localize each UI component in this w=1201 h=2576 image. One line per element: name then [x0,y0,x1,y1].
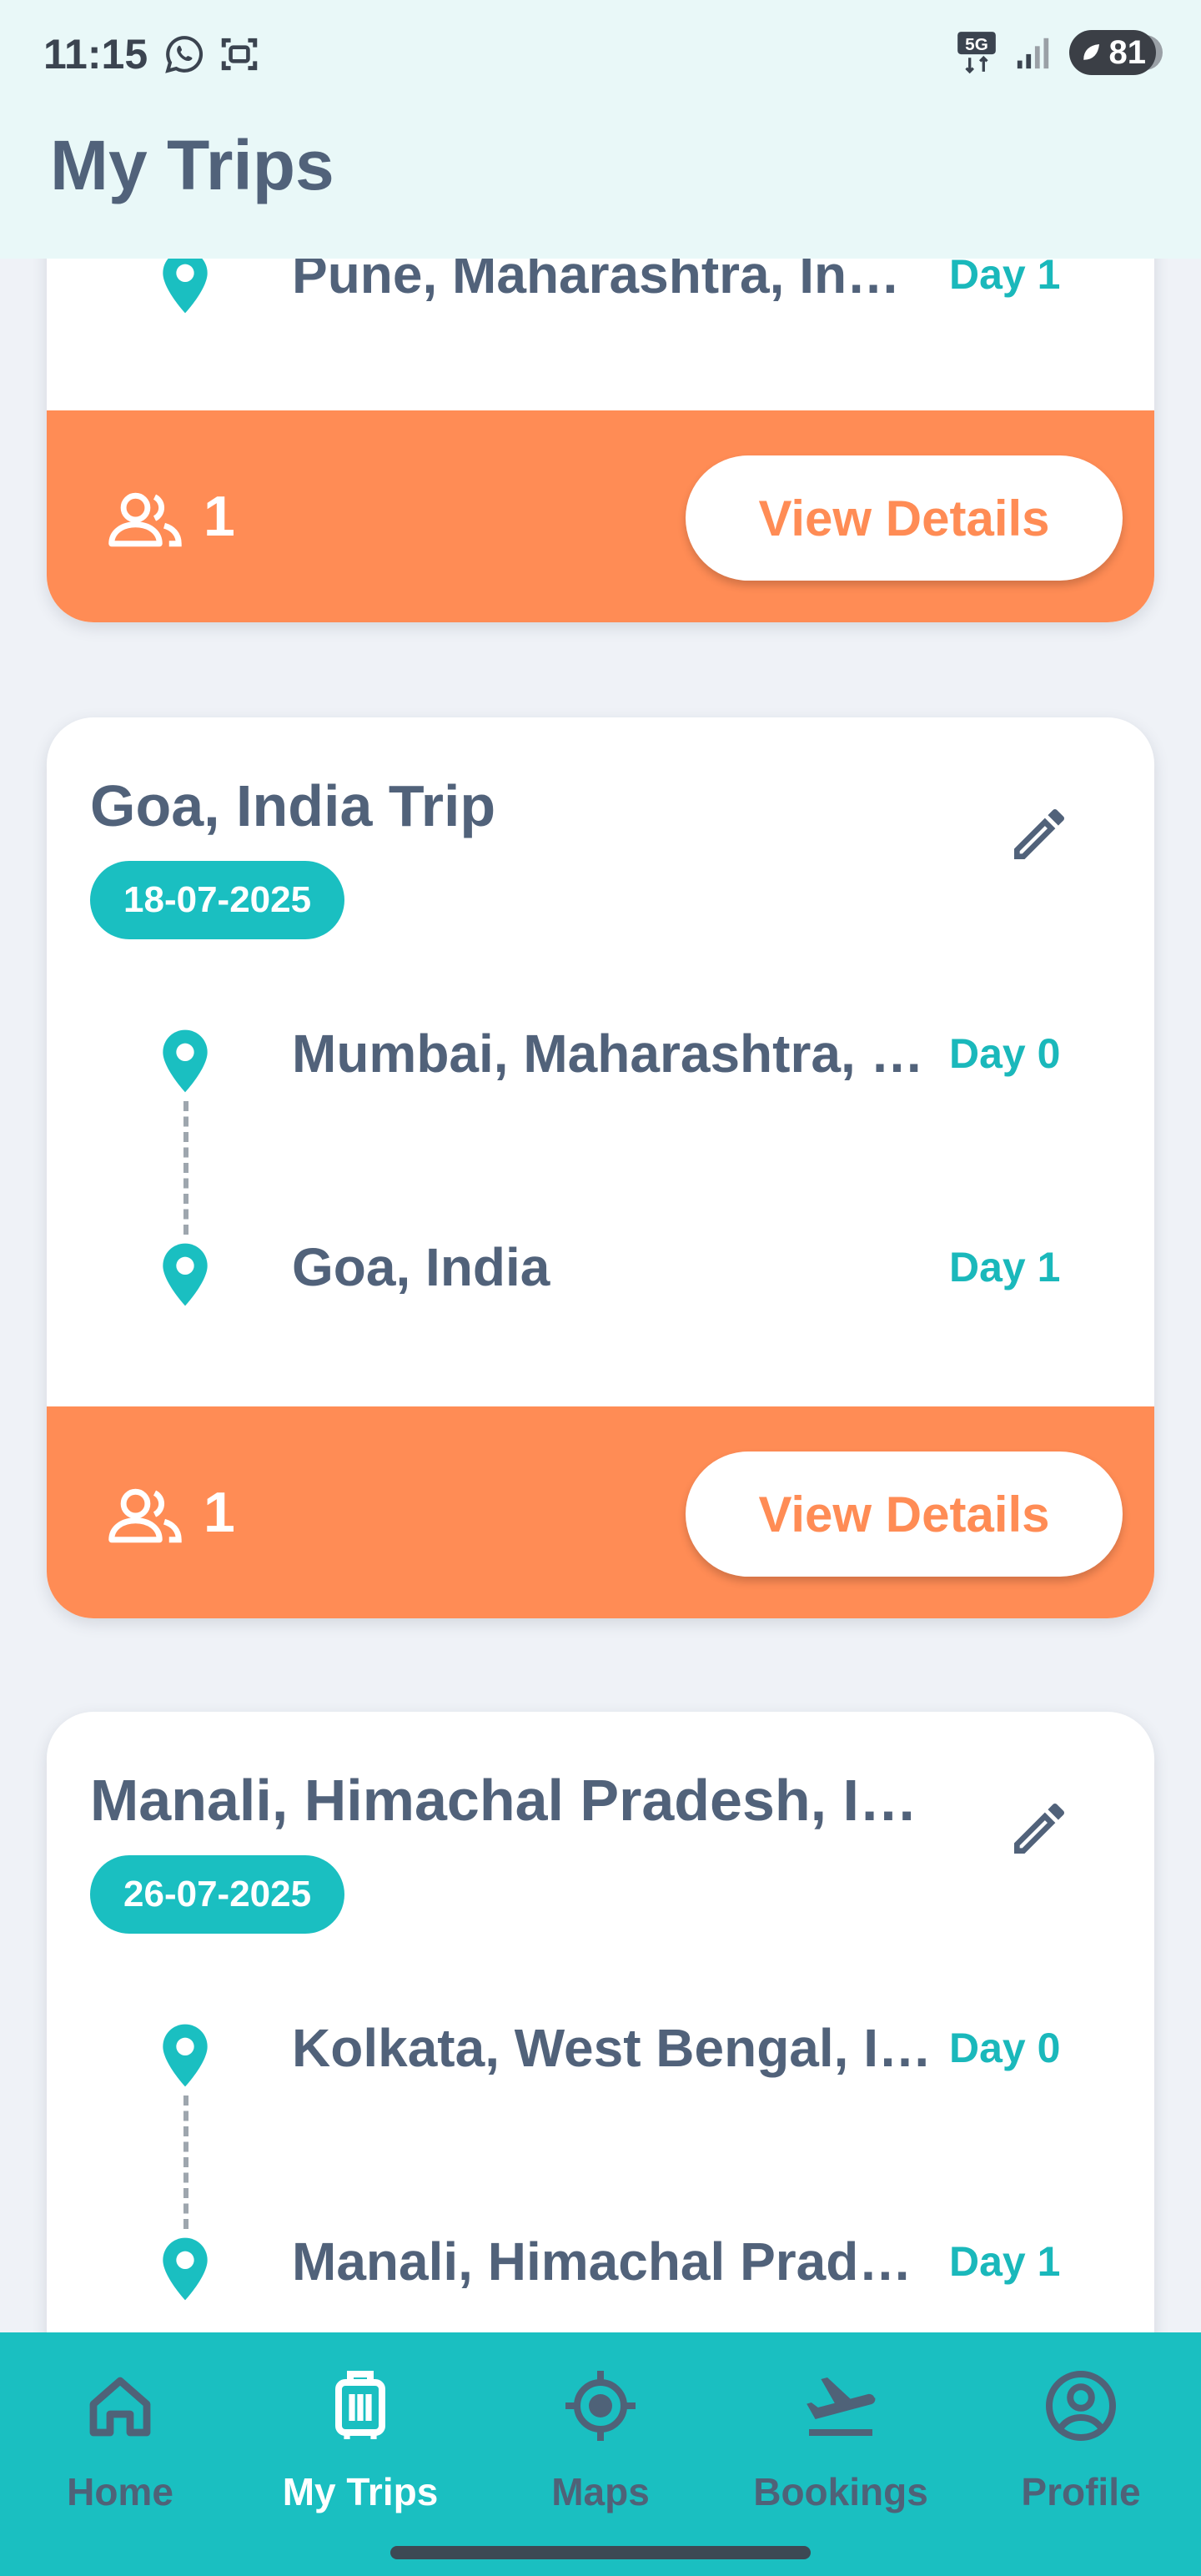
traveler-count: 1 [204,485,235,548]
app-header: 11:15 5G 81 My Trips [0,0,1201,259]
group-icon [108,1488,182,1543]
nav-label: Profile [1021,2470,1141,2513]
account-circle-icon [1046,2371,1116,2441]
nav-item-bookings[interactable]: Bookings [721,2366,961,2514]
network-label: 5G [965,35,988,54]
page-title: My Trips [50,126,334,204]
stop-day: Day 1 [949,1244,1061,1291]
trip-card: Goa, India Trip 18-07-2025 Mumbai, Mahar… [47,717,1154,1618]
nav-item-maps[interactable]: Maps [480,2366,721,2514]
home-icon [89,2377,151,2437]
stop-name: Mumbai, Maharashtra, … [292,1024,924,1084]
stop-name: Manali, Himachal Prad… [292,2231,912,2292]
bottom-navigation: Home My Trips Maps Bookings Profile [0,2332,1201,2576]
route-connector-line [183,1101,188,1235]
nav-label: My Trips [282,2470,439,2513]
nav-label: Home [67,2470,173,2513]
location-pin-icon [163,1243,208,1306]
view-details-button[interactable]: View Details [686,1452,1123,1577]
location-pin-icon [163,2237,208,2301]
home-indicator[interactable] [390,2546,811,2559]
trip-card-footer: 1 View Details [47,1406,1154,1618]
status-notification-icons [163,33,260,75]
traveler-count: 1 [204,1481,235,1544]
edit-pencil-icon[interactable] [1006,1795,1073,1862]
nav-label: Maps [551,2470,650,2513]
trip-title: Manali, Himachal Pradesh, I… [90,1768,917,1833]
route-connector-line [183,2096,188,2229]
stop-name: Goa, India [292,1237,550,1297]
nav-label: Bookings [753,2470,928,2513]
trip-date-badge: 18-07-2025 [90,861,345,939]
battery-indicator: 81 [1069,30,1163,75]
trip-card-footer: 1 View Details [47,410,1154,622]
battery-level: 81 [1108,33,1147,71]
trip-title: Goa, India Trip [90,773,496,838]
signal-icon [1017,38,1049,69]
trip-date-badge: 26-07-2025 [90,1855,345,1934]
battery-saver-leaf-icon [1083,44,1099,60]
stop-day: Day 0 [949,1030,1061,1077]
edit-pencil-icon[interactable] [1006,801,1073,868]
group-icon [108,492,182,547]
view-details-button[interactable]: View Details [686,455,1123,581]
location-pin-icon [163,250,208,314]
stop-day: Day 0 [949,2025,1061,2071]
nav-item-home[interactable]: Home [0,2366,240,2514]
nav-item-profile[interactable]: Profile [961,2366,1201,2514]
stop-day: Day 1 [949,2238,1061,2285]
luggage-icon [335,2371,385,2439]
location-pin-icon [163,2024,208,2087]
location-pin-icon [163,1029,208,1093]
whatsapp-icon [165,36,204,73]
status-time: 11:15 [43,31,148,78]
network-5g-icon: 5G [957,32,996,74]
stop-name: Kolkata, West Bengal, I… [292,2018,932,2078]
screenshot-icon [221,38,258,71]
nav-item-my-trips[interactable]: My Trips [240,2366,480,2514]
status-system-icons: 5G 81 [956,30,1163,75]
flight-takeoff-icon [807,2377,876,2436]
location-target-icon [565,2371,636,2441]
